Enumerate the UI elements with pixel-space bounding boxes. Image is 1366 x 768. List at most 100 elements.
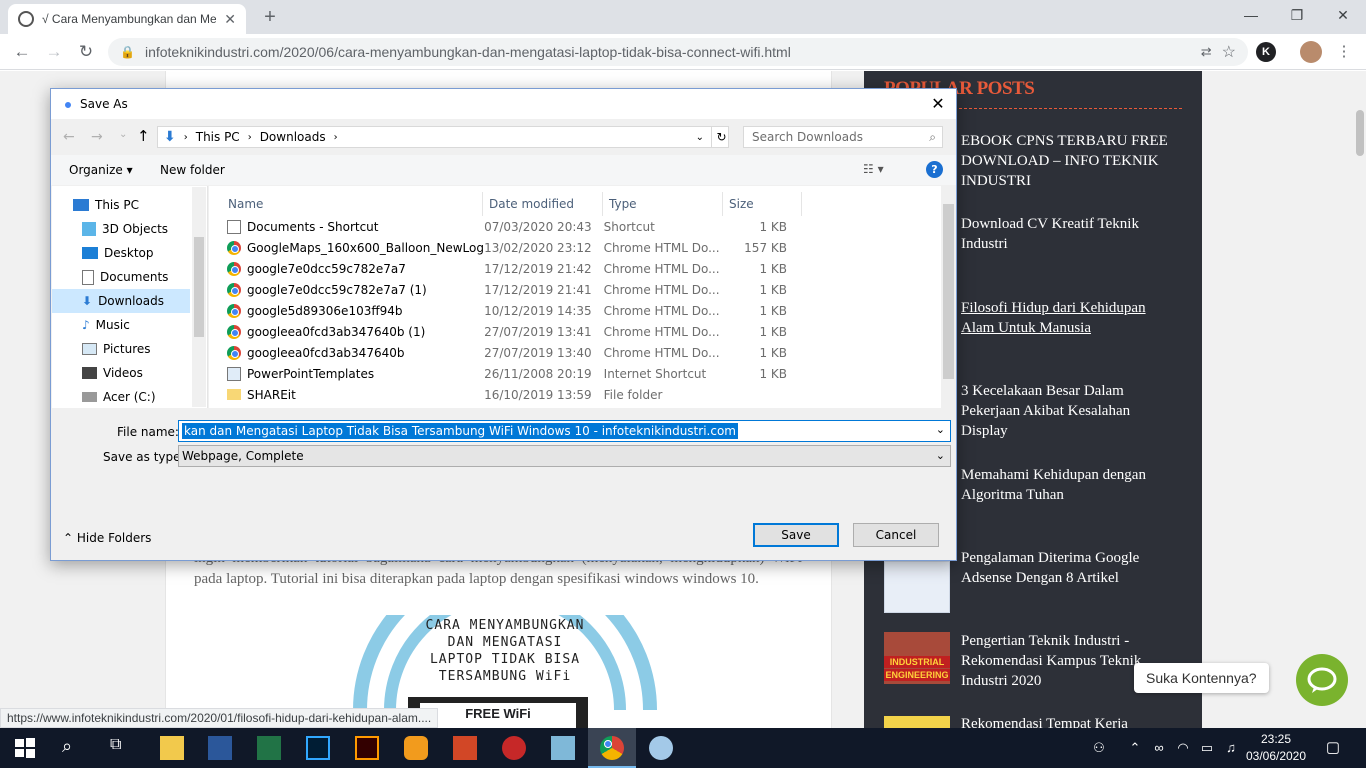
excel-icon[interactable] — [257, 736, 281, 760]
nav-item-this-pc[interactable]: This PC — [73, 193, 211, 217]
chat-button[interactable] — [1296, 654, 1348, 706]
search-input[interactable]: Search Downloads ⌕ — [743, 126, 943, 148]
popular-post-link[interactable]: EBOOK CPNS TERBARU FREE DOWNLOAD – INFO … — [961, 131, 1176, 191]
translate-icon[interactable]: ⇄ — [1201, 44, 1212, 60]
up-folder-icon[interactable]: ↑ — [137, 127, 150, 145]
reload-icon[interactable]: ↻ — [74, 40, 98, 64]
column-header-date[interactable]: Date modified — [482, 192, 574, 216]
photoshop-icon[interactable] — [306, 736, 330, 760]
file-size: 1 KB — [759, 219, 787, 234]
browser-tab[interactable]: √ Cara Menyambungkan dan Me ✕ — [8, 4, 246, 34]
bookmark-star-icon[interactable]: ☆ — [1222, 42, 1236, 62]
path-bar[interactable]: ⬇ › This PC › Downloads › ⌄ — [157, 126, 729, 148]
file-name-label: File name: — [117, 425, 179, 439]
forward-icon[interactable]: → — [42, 40, 66, 64]
save-button[interactable]: Save — [753, 523, 839, 547]
close-tab-icon[interactable]: ✕ — [224, 11, 236, 28]
search-icon[interactable]: ⌕ — [62, 736, 72, 757]
chrome-icon — [227, 240, 241, 255]
forward-icon[interactable]: → — [91, 129, 103, 145]
popular-post-link[interactable]: 3 Kecelakaan Besar Dalam Pekerjaan Akiba… — [961, 381, 1176, 441]
notification-icon[interactable]: ▢ — [1324, 738, 1342, 758]
file-date: 10/12/2019 14:35 — [484, 303, 592, 318]
nav-item-downloads[interactable]: ⬇ Downloads — [52, 289, 190, 313]
file-name: google5d89306e103ff94b — [247, 303, 403, 318]
post-thumbnail[interactable] — [884, 716, 950, 728]
powerpoint-icon[interactable] — [453, 736, 477, 760]
task-view-icon[interactable]: ⧉ — [110, 736, 121, 754]
view-options-icon[interactable]: ☷ ▾ — [863, 162, 884, 176]
popular-post-link[interactable]: Rekomendasi Tempat Kerja — [961, 714, 1176, 728]
cancel-button[interactable]: Cancel — [853, 523, 939, 547]
file-date: 27/07/2019 13:40 — [484, 345, 592, 360]
link-icon[interactable]: ∞ — [1150, 738, 1168, 758]
file-size: 157 KB — [744, 240, 787, 255]
popular-post-link[interactable]: Memahami Kehidupan dengan Algoritma Tuha… — [961, 465, 1176, 505]
popular-post-link[interactable]: Pengalaman Diterima Google Adsense Denga… — [961, 548, 1176, 588]
new-tab-button[interactable]: + — [258, 6, 282, 30]
file-row[interactable]: google7e0dcc59c782e7a7 (1) 17/12/2019 21:… — [227, 279, 787, 300]
recent-dropdown-icon[interactable]: ⌄ — [119, 129, 127, 140]
breadcrumb-item[interactable]: Downloads — [260, 130, 326, 144]
back-icon[interactable]: ← — [10, 40, 34, 64]
post-thumbnail[interactable]: INDUSTRIAL ENGINEERING — [884, 632, 950, 684]
chevron-up-icon: ⌃ — [63, 531, 74, 545]
app-icon[interactable] — [551, 736, 575, 760]
address-bar[interactable]: 🔒 infoteknikindustri.com/2020/06/cara-me… — [108, 38, 1248, 66]
close-window-icon[interactable]: ✕ — [1320, 0, 1366, 30]
column-header-name[interactable]: Name — [228, 192, 263, 216]
extension-k-icon[interactable]: K — [1256, 42, 1276, 62]
page-scrollbar-thumb[interactable] — [1356, 110, 1364, 156]
column-header-type[interactable]: Type — [602, 192, 637, 216]
word-icon[interactable] — [208, 736, 232, 760]
chevron-up-icon[interactable]: ⌃ — [1126, 738, 1144, 758]
clock[interactable]: 23:25 03/06/2020 — [1236, 731, 1316, 765]
save-type-select[interactable]: Webpage, Complete ⌄ — [178, 445, 951, 467]
post-thumbnail[interactable] — [884, 561, 950, 613]
help-icon[interactable]: ? — [926, 161, 943, 178]
file-type: Internet Shortcut — [603, 366, 707, 381]
app-icon[interactable] — [502, 736, 526, 760]
file-row[interactable]: Documents - Shortcut 07/03/2020 20:43 Shor… — [227, 216, 787, 237]
downloads-arrow-icon: ⬇ — [164, 129, 176, 145]
file-row[interactable]: googleea0fcd3ab347640b (1) 27/07/2019 13:… — [227, 321, 787, 342]
cube-icon — [82, 222, 96, 236]
uc-browser-icon[interactable] — [404, 736, 428, 760]
wifi-icon[interactable]: ◠ — [1174, 738, 1192, 758]
hide-folders-toggle[interactable]: ⌃ Hide Folders — [63, 531, 151, 545]
file-name: googleea0fcd3ab347640b — [247, 345, 405, 360]
chevron-down-icon[interactable]: ⌄ — [936, 423, 945, 436]
file-row[interactable]: GoogleMaps_160x600_Balloon_NewLogo 13/02/… — [227, 237, 787, 258]
illustrator-icon[interactable] — [355, 736, 379, 760]
organize-button[interactable]: Organize ▾ — [69, 163, 133, 177]
dialog-close-icon[interactable]: ✕ — [925, 92, 951, 116]
nav-label: Pictures — [103, 342, 151, 356]
file-row[interactable]: googleea0fcd3ab347640b 27/07/2019 13:40 Ch… — [227, 342, 787, 363]
windows-start-icon[interactable] — [14, 737, 36, 759]
column-header-size[interactable]: Size — [722, 192, 802, 216]
people-icon[interactable]: ⚇ — [1090, 738, 1108, 758]
file-list-scrollbar-thumb[interactable] — [943, 204, 954, 379]
new-folder-button[interactable]: New folder — [160, 163, 225, 177]
file-row[interactable]: google7e0dcc59c782e7a7 17/12/2019 21:42 Ch… — [227, 258, 787, 279]
battery-icon[interactable]: ▭ — [1198, 738, 1216, 758]
popular-post-link[interactable]: Download CV Kreatif Teknik Industri — [961, 214, 1176, 254]
popular-post-link[interactable]: Filosofi Hidup dari Kehidupan Alam Untuk… — [961, 298, 1176, 338]
file-type: File folder — [603, 387, 663, 402]
profile-avatar[interactable] — [1300, 41, 1322, 63]
page-scrollbar[interactable] — [1354, 71, 1366, 728]
restore-icon[interactable]: ❐ — [1274, 0, 1320, 30]
file-explorer-icon[interactable] — [160, 736, 184, 760]
chat-prompt[interactable]: Suka Kontennya? — [1134, 663, 1269, 693]
nav-scrollbar-thumb[interactable] — [194, 237, 204, 337]
refresh-icon[interactable]: ↻ — [711, 127, 731, 147]
file-row[interactable]: PowerPointTemplates 26/11/2008 20:19 Inter… — [227, 363, 787, 384]
menu-kebab-icon[interactable]: ⋮ — [1332, 40, 1356, 64]
breadcrumb-item[interactable]: This PC — [196, 130, 240, 144]
file-row[interactable]: google5d89306e103ff94b 10/12/2019 14:35 Ch… — [227, 300, 787, 321]
file-name-value: kan dan Mengatasi Laptop Tidak Bisa Ters… — [182, 423, 738, 439]
minimize-icon[interactable]: — — [1228, 0, 1274, 30]
back-icon[interactable]: ← — [63, 129, 75, 145]
paint-icon[interactable] — [649, 736, 673, 760]
file-row[interactable]: SHAREit 16/10/2019 13:59 File folder — [227, 384, 787, 405]
